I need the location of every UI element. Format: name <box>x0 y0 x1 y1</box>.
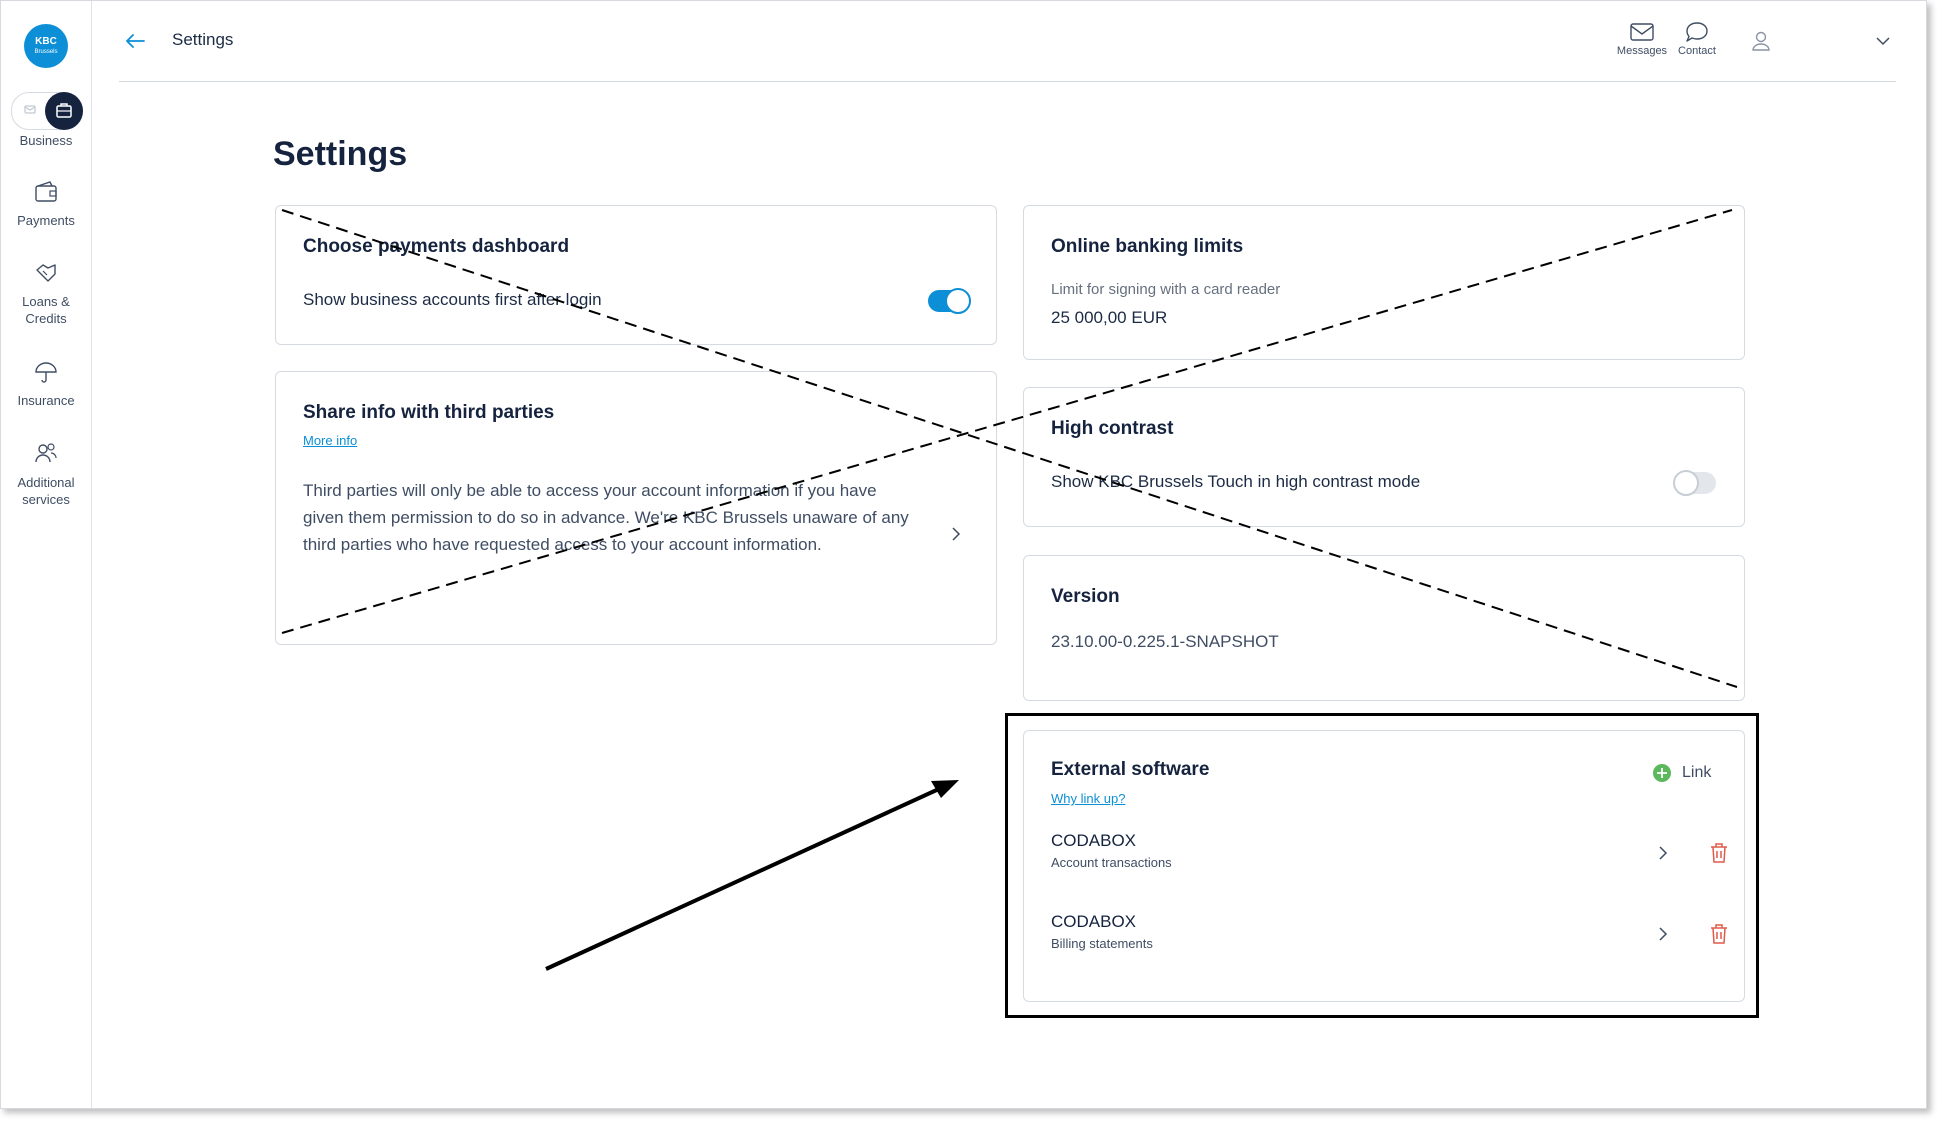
more-info-link[interactable]: More info <box>303 433 357 448</box>
card-payments-dashboard: Choose payments dashboard Show business … <box>275 205 997 345</box>
card-share-info[interactable]: Share info with third parties More info … <box>275 371 997 645</box>
header-title: Settings <box>172 30 234 49</box>
user-profile-icon[interactable] <box>1750 29 1772 53</box>
dashboard-toggle-switch[interactable] <box>928 288 971 314</box>
messages-button[interactable]: Messages <box>1615 21 1669 57</box>
card-version: Version 23.10.00-0.225.1-SNAPSHOT <box>1023 555 1745 701</box>
umbrella-icon <box>35 362 57 383</box>
chevron-down-icon[interactable] <box>1875 35 1891 47</box>
version-number: 23.10.00-0.225.1-SNAPSHOT <box>1051 632 1279 651</box>
sidebar: KBC Brussels Business Payments Loans & C… <box>1 1 92 1108</box>
wallet-icon <box>35 181 57 202</box>
contact-button[interactable]: Contact <box>1671 21 1723 57</box>
highlight-box <box>1005 713 1759 1018</box>
handshake-icon <box>36 264 56 282</box>
card-high-contrast: High contrast Show KBC Brussels Touch in… <box>1023 387 1745 527</box>
briefcase-icon[interactable] <box>45 92 83 130</box>
chat-bubble-icon <box>1686 22 1708 42</box>
chevron-right-icon[interactable] <box>951 526 961 542</box>
private-icon[interactable] <box>18 99 42 123</box>
share-info-text: Third parties will only be able to acces… <box>303 481 909 554</box>
arrow-head <box>931 780 959 798</box>
app-window: KBC Brussels Business Payments Loans & C… <box>0 0 1927 1109</box>
card-online-banking-limits: Online banking limits Limit for signing … <box>1023 205 1745 360</box>
people-icon <box>35 443 57 463</box>
page-title: Settings <box>273 135 408 173</box>
kbc-logo[interactable]: KBC Brussels <box>24 24 68 68</box>
segment-label-business: Business <box>19 133 73 148</box>
back-arrow-icon[interactable] <box>123 29 147 53</box>
header-divider <box>119 81 1896 82</box>
high-contrast-toggle-switch[interactable] <box>1673 470 1716 496</box>
pointer-arrow <box>545 786 942 971</box>
envelope-icon <box>1630 23 1654 41</box>
private-business-switch[interactable] <box>11 92 83 130</box>
